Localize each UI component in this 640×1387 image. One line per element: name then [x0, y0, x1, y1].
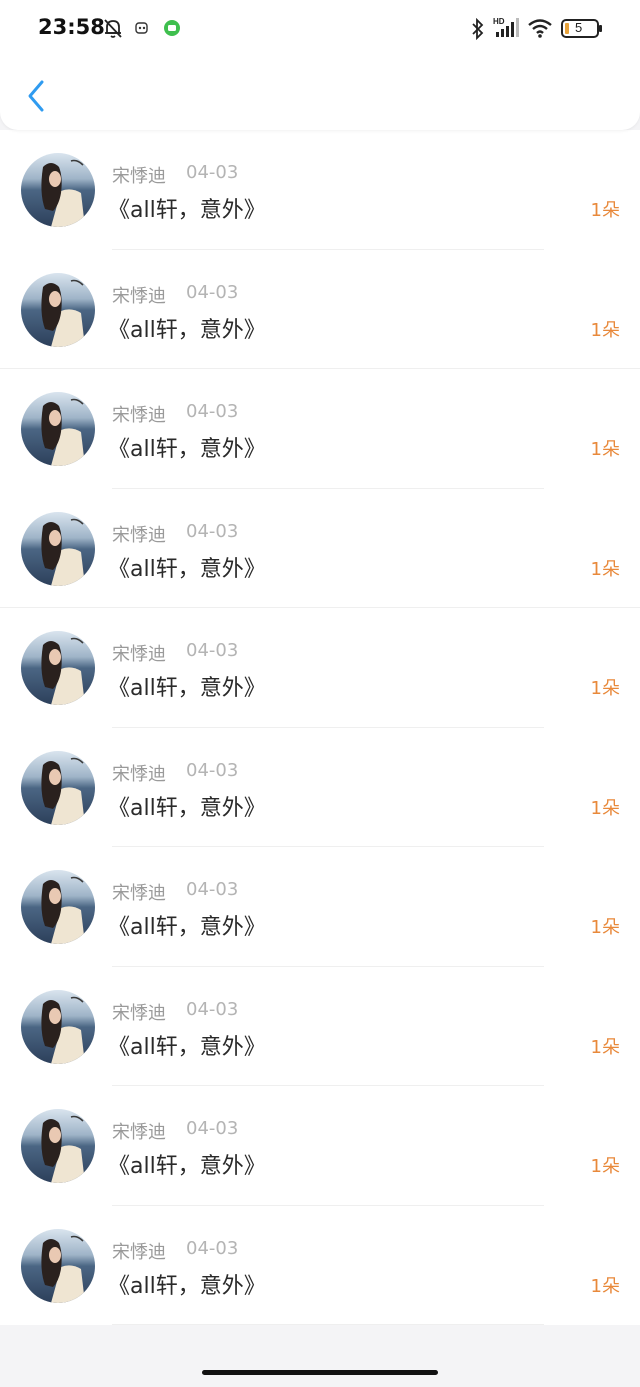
battery-level: 5: [575, 20, 583, 35]
flower-count: 1朵: [590, 319, 620, 341]
green-app-icon: [163, 19, 181, 41]
flower-count: 1朵: [590, 200, 620, 221]
list-item[interactable]: 宋悸迪 04-03 《all轩，意外》 1朵: [0, 489, 640, 609]
avatar[interactable]: [21, 272, 95, 347]
send-date: 04-03: [186, 281, 239, 303]
avatar[interactable]: [21, 1109, 95, 1183]
sender-name: 宋悸迪: [112, 644, 166, 665]
bluetooth-icon: [470, 17, 486, 44]
send-date: 04-03: [186, 162, 239, 183]
avatar[interactable]: [21, 631, 95, 705]
sender-name: 宋悸迪: [112, 285, 166, 307]
list-item[interactable]: 宋悸迪 04-03 《all轩，意外》 1朵: [0, 728, 640, 848]
signal-icon: HD: [492, 16, 520, 44]
app-notification-icon: [134, 20, 150, 40]
sender-name: 宋悸迪: [112, 883, 166, 904]
send-date: 04-03: [186, 998, 239, 1020]
avatar[interactable]: [21, 989, 95, 1064]
screen: 23:58 HD 5 宋悸迪 04-03 《all轩，意外》 1朵 宋悸迪 04…: [0, 0, 640, 1387]
top-bar: 23:58 HD 5: [0, 0, 640, 130]
list-item[interactable]: 宋悸迪 04-03 《all轩，意外》 1朵: [0, 1086, 640, 1206]
flower-count: 1朵: [590, 439, 620, 460]
work-title: 《all轩，意外》: [108, 437, 266, 462]
chevron-left-icon: [28, 80, 44, 112]
flower-count: 1朵: [590, 797, 620, 819]
sender-name: 宋悸迪: [112, 524, 166, 546]
back-button[interactable]: [18, 74, 54, 118]
list-item[interactable]: 宋悸迪 04-03 《all轩，意外》 1朵: [0, 608, 640, 728]
list-item[interactable]: 宋悸迪 04-03 《all轩，意外》 1朵: [0, 369, 640, 489]
mute-bell-icon: [102, 17, 124, 43]
avatar[interactable]: [21, 153, 95, 227]
avatar[interactable]: [21, 750, 95, 825]
work-title: 《all轩，意外》: [108, 676, 266, 701]
work-title: 《all轩，意外》: [108, 1034, 266, 1060]
sender-name: 宋悸迪: [112, 1241, 166, 1263]
home-indicator[interactable]: [202, 1370, 438, 1375]
work-title: 《all轩，意外》: [108, 198, 266, 223]
flower-count: 1朵: [590, 1036, 620, 1058]
list-item[interactable]: 宋悸迪 04-03 《all轩，意外》 1朵: [0, 1206, 640, 1326]
list-item[interactable]: 宋悸迪 04-03 《all轩，意外》 1朵: [0, 967, 640, 1087]
wifi-icon: [527, 17, 553, 43]
send-date: 04-03: [186, 759, 239, 781]
flower-count: 1朵: [590, 1156, 620, 1177]
sender-name: 宋悸迪: [112, 1002, 166, 1024]
work-title: 《all轩，意外》: [108, 795, 266, 821]
avatar[interactable]: [21, 870, 95, 944]
work-title: 《all轩，意外》: [108, 915, 266, 940]
flower-count: 1朵: [590, 558, 620, 580]
flower-count: 1朵: [590, 917, 620, 938]
work-title: 《all轩，意外》: [108, 1154, 266, 1179]
list-item[interactable]: 宋悸迪 04-03 《all轩，意外》 1朵: [0, 250, 640, 370]
work-title: 《all轩，意外》: [108, 317, 266, 343]
sender-name: 宋悸迪: [112, 405, 166, 426]
flower-count: 1朵: [590, 1275, 620, 1297]
svg-text:HD: HD: [493, 17, 505, 26]
send-date: 04-03: [186, 1237, 239, 1259]
sender-name: 宋悸迪: [112, 763, 166, 785]
avatar[interactable]: [21, 511, 95, 586]
sender-name: 宋悸迪: [112, 1122, 166, 1143]
sender-name: 宋悸迪: [112, 166, 166, 187]
status-bar: 23:58 HD 5: [0, 0, 640, 58]
battery-icon: 5: [561, 18, 603, 44]
avatar[interactable]: [21, 392, 95, 466]
flower-count: 1朵: [590, 678, 620, 699]
list-item[interactable]: 宋悸迪 04-03 《all轩，意外》 1朵: [0, 847, 640, 967]
send-date: 04-03: [186, 520, 239, 542]
work-title: 《all轩，意外》: [108, 1273, 266, 1299]
send-date: 04-03: [186, 879, 239, 900]
send-date: 04-03: [186, 401, 239, 422]
list-item[interactable]: 宋悸迪 04-03 《all轩，意外》 1朵: [0, 130, 640, 250]
status-time: 23:58: [38, 15, 105, 39]
send-date: 04-03: [186, 1118, 239, 1139]
avatar[interactable]: [21, 1228, 95, 1303]
work-title: 《all轩，意外》: [108, 556, 266, 582]
gift-list: 宋悸迪 04-03 《all轩，意外》 1朵 宋悸迪 04-03 《all轩，意…: [0, 130, 640, 1325]
send-date: 04-03: [186, 640, 239, 661]
